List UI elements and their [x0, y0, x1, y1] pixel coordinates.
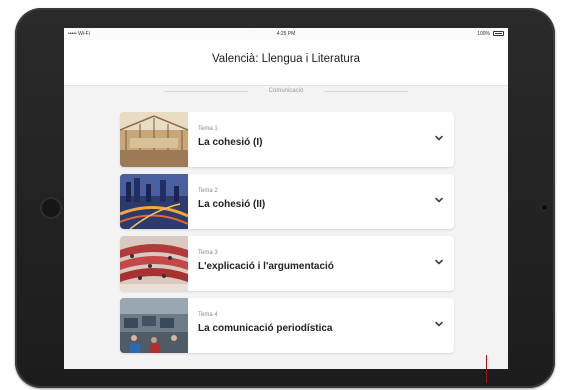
chevron-down-icon[interactable]	[434, 195, 444, 205]
app-screen: ••••• Wi-Fi 4:25 PM 100% Valencià: Lleng…	[64, 28, 508, 369]
chevron-down-icon[interactable]	[434, 319, 444, 329]
battery-icon	[493, 31, 504, 36]
parliament-chamber-photo	[120, 236, 188, 291]
pointer-line	[486, 355, 487, 383]
city-highway-night-photo	[120, 174, 188, 229]
topic-card-2[interactable]: Tema 2 La cohesió (II)	[120, 174, 454, 229]
topic-card-1[interactable]: Tema 1 La cohesió (I)	[120, 112, 454, 167]
topic-number: Tema 3	[198, 250, 218, 256]
topic-number: Tema 2	[198, 188, 218, 194]
app-header: Valencià: Llengua i Literatura	[64, 40, 508, 86]
topic-title: La cohesió (II)	[198, 199, 266, 210]
chevron-down-icon[interactable]	[434, 133, 444, 143]
front-camera	[542, 205, 547, 210]
section-label: Comunicació	[268, 88, 304, 94]
battery-percent: 100%	[477, 31, 490, 37]
topic-number: Tema 1	[198, 126, 218, 132]
section-divider-right	[324, 91, 408, 92]
chevron-down-icon[interactable]	[434, 257, 444, 267]
status-bar: ••••• Wi-Fi 4:25 PM 100%	[64, 28, 508, 40]
topic-title: La comunicació periodística	[198, 323, 333, 334]
topic-number: Tema 4	[198, 312, 218, 318]
topic-card-3[interactable]: Tema 3 L'explicació i l'argumentació	[120, 236, 454, 291]
home-button[interactable]	[40, 197, 62, 219]
page-title: Valencià: Llengua i Literatura	[211, 53, 361, 65]
topic-title: L'explicació i l'argumentació	[198, 261, 334, 272]
topic-title: La cohesió (I)	[198, 137, 263, 148]
status-time: 4:25 PM	[276, 31, 296, 37]
topic-card-4[interactable]: Tema 4 La comunicació periodística	[120, 298, 454, 353]
library-hall-photo	[120, 112, 188, 167]
newsroom-photo	[120, 298, 188, 353]
